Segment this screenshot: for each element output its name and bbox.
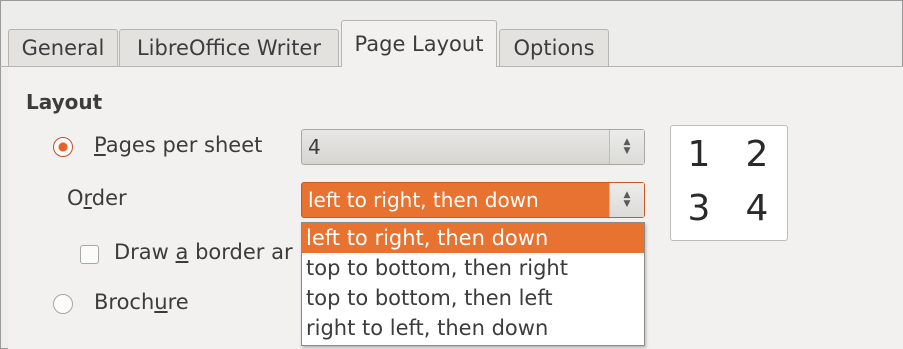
dropdown-option[interactable]: top to bottom, then left bbox=[302, 283, 644, 313]
accelerator-key: a bbox=[175, 240, 189, 264]
label-text: Draw bbox=[114, 240, 176, 264]
tab-label: LibreOffice Writer bbox=[136, 36, 321, 60]
draw-border-checkbox[interactable] bbox=[80, 245, 99, 264]
tab-label: Page Layout bbox=[354, 32, 484, 56]
preview-page-number: 3 bbox=[687, 188, 711, 229]
label-text: ages per sheet bbox=[105, 133, 263, 157]
tab-libreoffice-writer[interactable]: LibreOffice Writer bbox=[119, 29, 339, 66]
label-text: re bbox=[167, 290, 189, 314]
dropdown-option[interactable]: left to right, then down bbox=[302, 223, 644, 253]
spin-arrows-icon[interactable]: ▲ ▼ bbox=[609, 183, 644, 217]
accelerator-key: r bbox=[83, 186, 92, 210]
brochure-radio[interactable] bbox=[53, 294, 73, 314]
page-order-preview: 1 2 3 4 bbox=[670, 125, 788, 241]
tab-page-layout[interactable]: Page Layout bbox=[341, 20, 497, 67]
tab-options[interactable]: Options bbox=[499, 29, 609, 66]
order-select[interactable]: left to right, then down ▲ ▼ bbox=[301, 182, 645, 218]
tab-bar: General LibreOffice Writer Page Layout O… bbox=[8, 20, 903, 67]
preview-page-number: 2 bbox=[745, 134, 769, 175]
accelerator-key: P bbox=[94, 133, 106, 157]
accelerator-key: u bbox=[154, 290, 168, 314]
select-value: 4 bbox=[308, 135, 321, 159]
label-text: border ar bbox=[188, 240, 293, 264]
draw-border-label: Draw a border ar bbox=[114, 240, 293, 264]
dropdown-option[interactable]: top to bottom, then right bbox=[302, 253, 644, 283]
pages-per-sheet-label: Pages per sheet bbox=[94, 133, 262, 157]
dropdown-option[interactable]: right to left, then down bbox=[302, 313, 644, 343]
order-label: Order bbox=[67, 186, 127, 210]
select-value: left to right, then down bbox=[308, 188, 539, 212]
preview-page-number: 1 bbox=[687, 134, 711, 175]
tab-label: Options bbox=[513, 36, 595, 60]
tab-general[interactable]: General bbox=[8, 29, 118, 66]
pages-per-sheet-radio[interactable] bbox=[53, 137, 73, 157]
brochure-label: Brochure bbox=[94, 290, 189, 314]
label-text: der bbox=[91, 186, 127, 210]
spin-arrows-icon[interactable]: ▲ ▼ bbox=[609, 130, 644, 164]
tab-label: General bbox=[21, 36, 105, 60]
label-text: O bbox=[67, 186, 84, 210]
order-dropdown-list: left to right, then down top to bottom, … bbox=[301, 222, 645, 346]
preview-page-number: 4 bbox=[745, 188, 769, 229]
pages-per-sheet-select[interactable]: 4 ▲ ▼ bbox=[301, 129, 645, 165]
section-title-layout: Layout bbox=[26, 90, 103, 114]
label-text: Broch bbox=[94, 290, 155, 314]
